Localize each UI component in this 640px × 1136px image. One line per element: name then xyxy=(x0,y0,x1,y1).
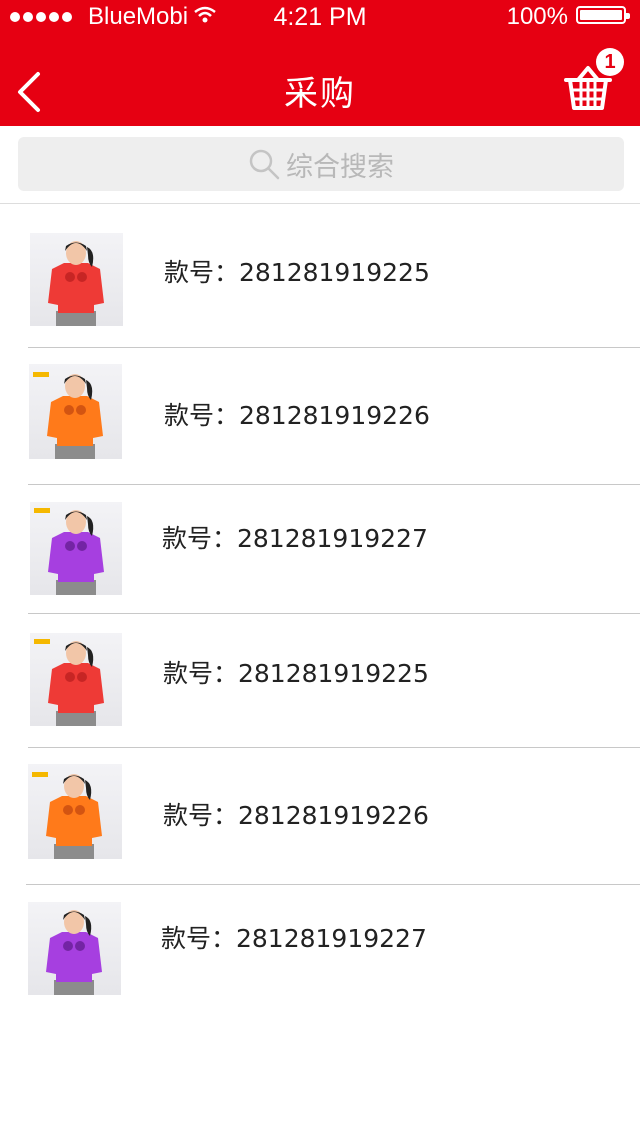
product-thumbnail xyxy=(28,902,121,995)
shirt-shape xyxy=(48,263,104,313)
shirt-shape xyxy=(46,796,102,846)
product-code: 款号：281281919226 xyxy=(164,401,430,430)
search-bar: 综合搜索 xyxy=(0,126,640,204)
product-row[interactable]: 款号：281281919226 xyxy=(0,748,640,885)
shirt-shape xyxy=(48,532,104,582)
product-code: 款号：281281919225 xyxy=(163,659,429,688)
page-title: 采购 xyxy=(284,74,356,114)
product-thumbnail xyxy=(29,364,122,459)
product-thumbnail xyxy=(28,764,122,859)
shirt-shape xyxy=(47,396,103,446)
product-code: 款号：281281919227 xyxy=(161,924,427,953)
product-row[interactable]: 款号：281281919227 xyxy=(0,885,640,1015)
search-placeholder: 综合搜索 xyxy=(286,151,394,183)
product-thumbnail xyxy=(30,633,122,726)
status-bar: BlueMobi 4:21 PM 100% xyxy=(0,0,640,34)
product-thumbnail xyxy=(30,502,122,595)
header: BlueMobi 4:21 PM 100% 采购 1 xyxy=(0,0,640,126)
product-row[interactable]: 款号：281281919225 xyxy=(0,205,640,348)
product-code: 款号：281281919227 xyxy=(162,524,428,553)
product-row[interactable]: 款号：281281919225 xyxy=(0,614,640,748)
product-code: 款号：281281919226 xyxy=(163,801,429,830)
product-thumbnail xyxy=(30,233,123,326)
battery-icon xyxy=(576,6,630,24)
product-row[interactable]: 款号：281281919226 xyxy=(0,348,640,485)
cart-count-badge: 1 xyxy=(596,48,624,76)
shirt-shape xyxy=(48,663,104,713)
product-row[interactable]: 款号：281281919227 xyxy=(0,485,640,614)
shirt-shape xyxy=(46,932,102,982)
search-input[interactable]: 综合搜索 xyxy=(18,137,624,191)
search-icon xyxy=(249,149,280,180)
battery-percent: 100% xyxy=(506,3,568,30)
product-code: 款号：281281919225 xyxy=(164,258,430,287)
